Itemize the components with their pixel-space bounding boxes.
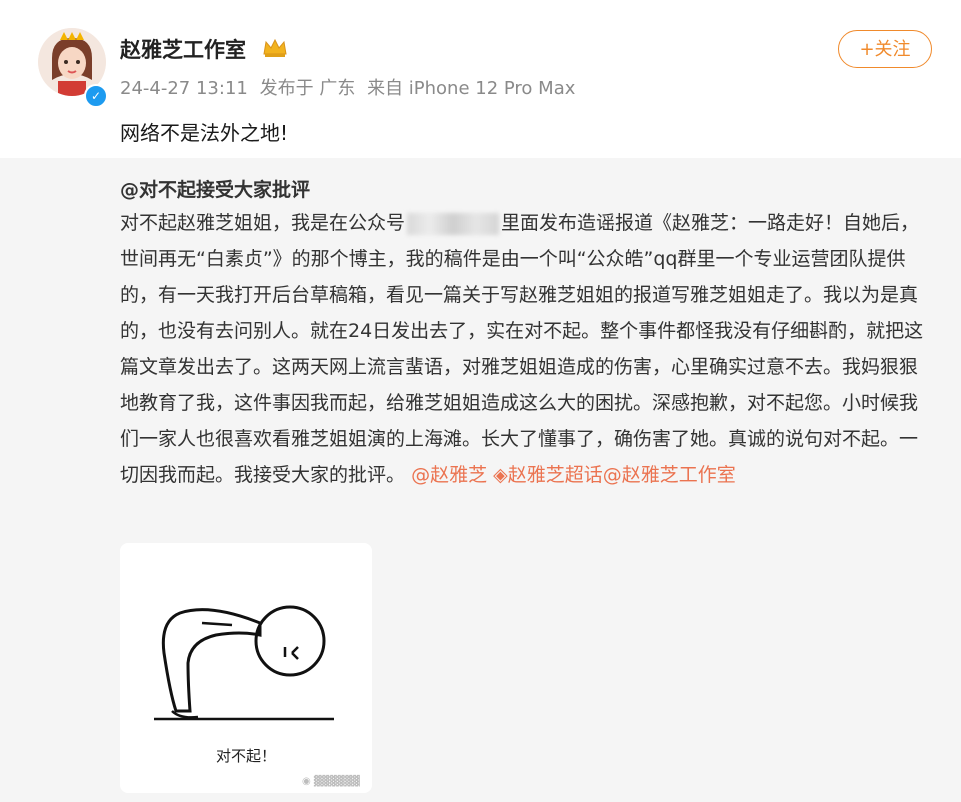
follow-button[interactable]: +关注: [838, 30, 932, 68]
mention-supertopic[interactable]: 赵雅芝超话: [508, 464, 603, 486]
image-caption: 对不起！: [215, 747, 276, 765]
quoted-body-part-1: 对不起赵雅芝姐姐，我是在公众号: [120, 212, 406, 234]
mention-studio[interactable]: @赵雅芝工作室: [603, 464, 736, 486]
verified-icon: ✓: [84, 84, 108, 108]
blurred-account-name: [407, 212, 500, 235]
quoted-body: 对不起赵雅芝姐姐，我是在公众号 里面发布造谣报道《赵雅芝：一路走好！自她后，世间再…: [120, 205, 932, 493]
quoted-author[interactable]: @对不起接受大家批评: [120, 175, 310, 202]
image-watermark: ◉ ▓▓▓▓▓▓: [301, 776, 360, 787]
post-image[interactable]: 对不起！ ◉ ▓▓▓▓▓▓: [120, 543, 372, 793]
username[interactable]: 赵雅芝工作室: [120, 34, 246, 64]
post-text: 网络不是法外之地!: [120, 121, 289, 145]
post-location: 发布于 广东: [259, 78, 356, 99]
supertopic-icon: ◈: [493, 464, 508, 486]
post-header: ✓ 赵雅芝工作室 24-4-27 13:11 发布于 广东 来自 iPhone …: [0, 0, 961, 158]
post-source: 来自 iPhone 12 Pro Max: [367, 78, 576, 99]
quoted-body-part-2: 里面发布造谣报道《赵雅芝：一路走好！自她后，世间再无“白素贞”》的那个博主，我的…: [120, 212, 924, 486]
post-time[interactable]: 24-4-27 13:11: [120, 78, 248, 99]
crown-icon: [263, 38, 287, 57]
post-meta: 24-4-27 13:11 发布于 广东 来自 iPhone 12 Pro Ma…: [120, 74, 581, 100]
bowing-figure-illustration: [154, 605, 334, 721]
mention-zhao-yazhi[interactable]: @赵雅芝: [411, 464, 487, 486]
